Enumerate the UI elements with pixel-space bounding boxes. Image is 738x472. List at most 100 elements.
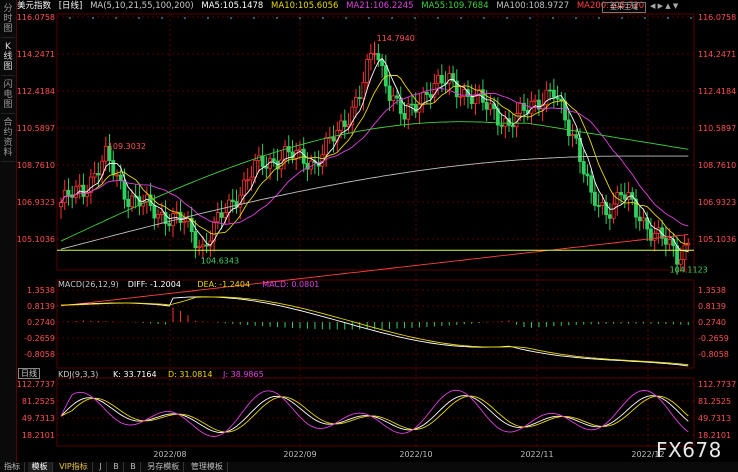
candle-down	[637, 216, 642, 222]
candle-down	[510, 124, 515, 128]
candle-up	[159, 212, 164, 215]
watermark-logo: FX678	[656, 438, 722, 462]
candle-down	[589, 175, 594, 193]
time-label: 2022/08	[153, 450, 186, 459]
top-marker-dot	[552, 17, 554, 19]
chart-canvas[interactable]: 114.7940 109.3032 104.6343 104.1123 116.075…	[0, 0, 738, 462]
candle-down	[219, 212, 224, 218]
price-label-left: 105.1036	[17, 235, 55, 244]
candle-down	[402, 113, 407, 120]
candle-up	[533, 99, 538, 102]
top-marker-dot	[138, 17, 140, 19]
chart-app: 分时图 K线图 闪电图 合约资料 美元指数 [日线] MA(5,10,21,55…	[0, 0, 738, 472]
time-label: 2022/10	[399, 450, 432, 459]
price-label-left: 106.9323	[17, 198, 55, 207]
candle-up	[130, 195, 134, 207]
macd-label-right: -0.8058	[698, 350, 729, 359]
tab-b1[interactable]: B	[109, 462, 124, 472]
candle-up	[600, 202, 605, 206]
candle-up	[197, 246, 202, 249]
top-marker-dot	[276, 17, 278, 19]
macd-header-item: MACD(26,12,9)	[58, 280, 119, 289]
top-marker-dot	[598, 17, 600, 19]
top-marker-dot	[253, 17, 255, 19]
top-marker-dot	[690, 17, 692, 19]
price-label-left: 108.7610	[17, 161, 55, 170]
tab-indicator[interactable]: 指标	[0, 462, 25, 472]
candle-down	[387, 85, 392, 101]
candle-down	[376, 53, 381, 61]
macd-label-left: 1.3538	[27, 286, 55, 295]
candle-down	[264, 166, 269, 169]
top-marker-dot	[69, 17, 71, 19]
candle-down	[548, 89, 553, 92]
macd-header-item: MACD: 0.0801	[262, 280, 319, 289]
candle-up	[678, 259, 683, 265]
bottom-toolbar: 指标 模板 VIP指标 J B B 另存模板 管理模板	[0, 462, 738, 472]
candle-down	[607, 214, 612, 219]
candle-up	[77, 184, 82, 188]
kdj-label-right: 81.2525	[698, 397, 731, 406]
chart-grid	[56, 13, 695, 447]
candle-down	[574, 134, 579, 139]
candle-up	[641, 217, 646, 222]
candle-up	[223, 212, 228, 218]
macd-label-right: 0.8139	[698, 302, 726, 311]
price-label-right: 110.5897	[698, 124, 736, 133]
save-template-button[interactable]: 另存模板	[143, 462, 185, 472]
price-label-right: 112.4184	[698, 87, 736, 96]
candle-up	[682, 244, 687, 260]
macd-diff-line	[60, 296, 689, 367]
top-marker-dot	[667, 17, 669, 19]
price-label-right: 116.0758	[698, 13, 736, 22]
kdj-panel	[60, 389, 689, 437]
candle-up	[354, 97, 358, 108]
candle-up	[88, 176, 93, 194]
candle-up	[324, 137, 328, 156]
tab-vip-indicator[interactable]: VIP指标	[55, 462, 93, 472]
tab-template[interactable]: 模板	[27, 462, 53, 472]
price-label-right: 105.1036	[698, 235, 736, 244]
annotation-low1: 104.6343	[201, 256, 239, 265]
candle-down	[260, 155, 265, 168]
candle-down	[118, 174, 123, 182]
kdj-label-right: 49.7313	[698, 414, 731, 423]
macd-label-left: -0.8058	[24, 350, 55, 359]
macd-header-item: DIFF: -1.2004	[128, 280, 181, 289]
candle-up	[339, 120, 343, 131]
top-marker-dot	[161, 17, 163, 19]
top-marker-dot	[506, 17, 508, 19]
top-marker-dot	[322, 17, 324, 19]
candle-down	[596, 205, 601, 207]
candle-down	[66, 189, 71, 196]
kdj-header-item: K: 33.7164	[113, 370, 157, 379]
top-marker-dot	[575, 17, 577, 19]
candle-up	[391, 95, 396, 101]
candle-up	[447, 73, 452, 84]
candle-down	[585, 173, 590, 177]
top-marker-dot	[115, 17, 117, 19]
kdj-period-tab[interactable]: 日线	[18, 368, 40, 379]
tab-j[interactable]: J	[95, 462, 107, 472]
candle-down	[204, 244, 209, 247]
candle-down	[428, 94, 433, 98]
annotation-high: 114.7940	[377, 34, 415, 43]
candle-down	[126, 198, 131, 207]
kdj-header-item: KDJ(9,3,3)	[58, 370, 98, 379]
candle-up	[488, 103, 493, 110]
candle-down	[167, 223, 172, 227]
candle-up	[215, 212, 220, 223]
top-marker-dot	[414, 17, 416, 19]
candle-down	[663, 237, 668, 245]
manage-template-button[interactable]: 管理模板	[187, 462, 228, 472]
ma55-line	[60, 121, 689, 242]
macd-label-left: 0.8139	[27, 302, 55, 311]
candle-down	[619, 192, 623, 196]
candle-down	[469, 96, 474, 104]
kdj-label-left: 18.2101	[22, 431, 55, 440]
tab-b2[interactable]: B	[126, 462, 141, 472]
kdj-label-right: 112.7737	[698, 380, 736, 389]
macd-header-item: DEA: -1.2404	[197, 280, 250, 289]
candle-up	[59, 202, 63, 208]
candle-up	[368, 53, 373, 61]
